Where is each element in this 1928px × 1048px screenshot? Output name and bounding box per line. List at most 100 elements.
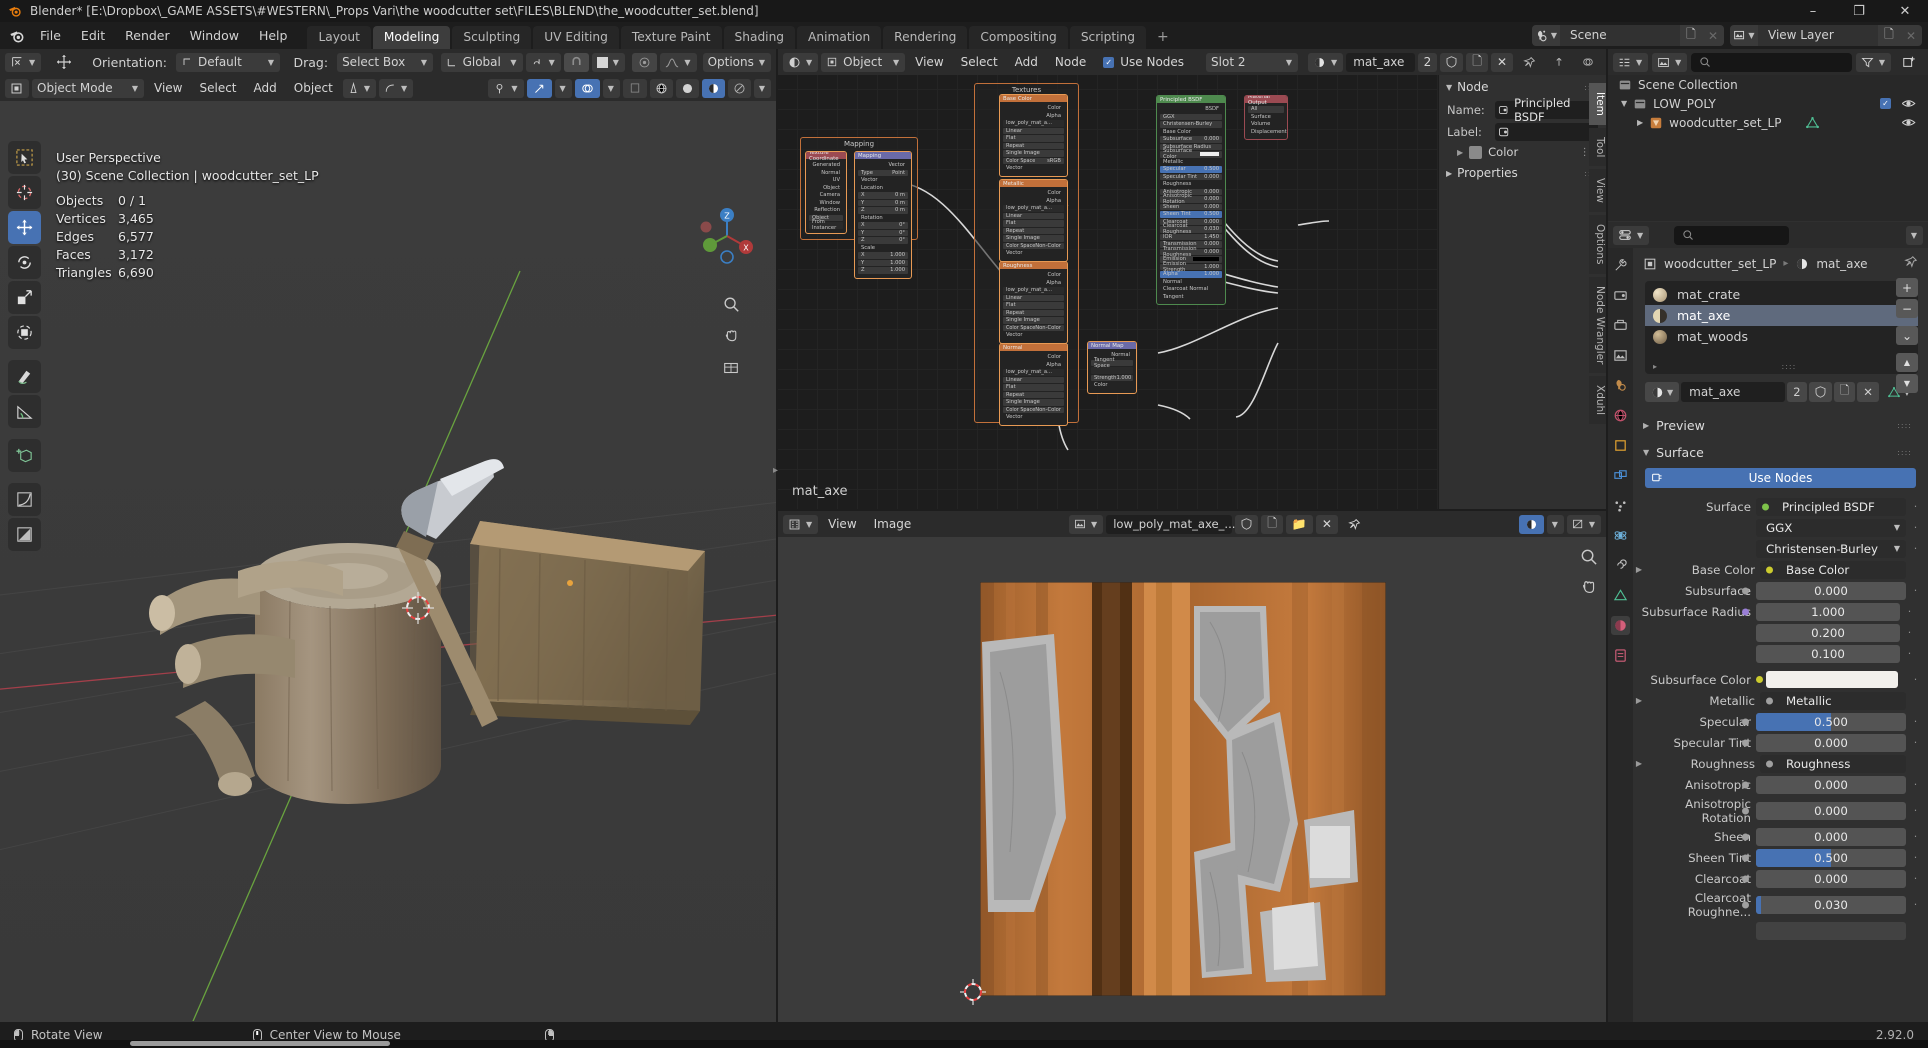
viewport-canvas[interactable]: User Perspective (30) Scene Collection |… [0,101,776,1022]
prop-slider-specular-tint[interactable]: 0.000 [1742,733,1906,752]
scale-tool-icon[interactable] [8,281,41,314]
socket-metallic-alpha[interactable]: Alpha [1003,198,1064,205]
socket-normal-alpha[interactable]: Alpha [1003,362,1064,369]
npanel-color-row[interactable]: ▶ Color ⋮≡ [1439,143,1606,161]
socket-generated[interactable]: Generated [809,162,843,169]
workspace-tab-uv-editing[interactable]: UV Editing [533,25,619,49]
socket-roughness-vector[interactable]: Vector [1003,332,1064,339]
roughness-extension[interactable]: Repeat [1003,309,1064,316]
navigation-gizmo[interactable]: Z X [696,205,758,267]
outliner-filter-icon[interactable]: ▼ [1855,52,1891,72]
node-prop-from-instancer[interactable]: From Instancer [809,219,843,231]
node-texture-coordinate[interactable]: Texture Coordinate Generated Normal UV O… [805,151,847,234]
image-zoom-icon[interactable] [1579,547,1598,569]
animate-property-icon[interactable]: · [1911,584,1920,597]
animate-property-icon[interactable]: · [1911,778,1920,791]
properties-tab-particles[interactable] [1611,496,1630,515]
animate-property-icon[interactable]: · [1911,851,1920,864]
prop-value-base-color[interactable]: Base Color [1760,560,1906,579]
socket-output-surface[interactable]: Surface [1248,114,1284,121]
normal-source[interactable]: Single Image [1003,399,1064,406]
animate-property-icon[interactable]: · [1911,898,1920,911]
properties-options-dropdown[interactable]: ▼ [1905,225,1923,245]
socket-normal-vector[interactable]: Vector [1003,414,1064,421]
socket-normal[interactable]: Normal [809,170,843,177]
shading-wireframe-icon[interactable] [649,78,673,98]
matoutput-target[interactable]: All [1248,106,1284,113]
extrude-region-tool-icon[interactable] [8,483,41,516]
viewport-menu-add[interactable]: Add [247,79,284,98]
shader-menu-add[interactable]: Add [1008,53,1045,72]
roughness-image-field[interactable]: low_poly_mat_a... [1003,287,1064,294]
mapping-rot-y[interactable]: Y 0° [858,229,908,236]
snap-target-dropdown[interactable]: ▼ [379,78,414,98]
bsdf-in-emission-strength[interactable]: Emission Strength 1.000 [1160,261,1222,273]
tool-active-icon[interactable]: ▼ [5,52,42,72]
overlay-options-dropdown[interactable]: ▼ [602,78,620,98]
socket-basecolor-alpha[interactable]: Alpha [1003,113,1064,120]
image-pin-icon[interactable] [1341,515,1368,534]
image-pan-icon[interactable] [1579,577,1598,599]
roughness-projection[interactable]: Flat [1003,302,1064,309]
material-copy-button[interactable]: 🗋 [1833,382,1856,402]
normal-colorspace[interactable]: Color Space Non-Color [1003,406,1064,413]
animate-property-icon[interactable]: · [1911,521,1920,534]
material-users-button[interactable]: 2 [1417,52,1438,72]
eye-icon[interactable] [1901,115,1916,130]
prop-value-roughness[interactable]: Roughness [1760,754,1906,773]
shading-options-dropdown[interactable]: ▼ [753,78,771,98]
minimize-button[interactable]: – [1790,0,1836,22]
bsdf-in-sheen-tint[interactable]: Sheen Tint 0.500 [1160,211,1222,218]
bsdf-in-clearcoat-rough[interactable]: Clearcoat Roughness 0.030 [1160,223,1222,235]
prop-slider-sheen-tint[interactable]: 0.500 [1742,848,1906,867]
blender-menu-icon[interactable] [4,26,30,46]
material-slot-list[interactable]: mat_crate mat_axe mat_woods ▸ :::: [1645,281,1918,374]
move-tool-icon[interactable] [8,211,41,244]
image-unlink-icon[interactable]: ✕ [1315,514,1338,534]
mapping-loc-x[interactable]: X0 m [858,192,908,199]
breadcrumb-object[interactable]: woodcutter_set_LP [1664,257,1776,271]
basecolor-source[interactable]: Single Image [1003,150,1064,157]
properties-editor[interactable]: ▼ ▼ woodcutter_set_LP ▸ mat_axe mat_crat… [1608,222,1928,1022]
options-dropdown[interactable]: Options ▼ [702,52,772,72]
shader-editor[interactable]: ▼ Object ▼ View Select Add Node ✓ Use No… [778,49,1606,509]
socket-object[interactable]: Object [809,185,843,192]
workspace-tab-scripting[interactable]: Scripting [1069,25,1147,49]
viewport-menu-select[interactable]: Select [192,79,243,98]
socket-dot-icon[interactable] [1742,718,1749,725]
rotate-tool-icon[interactable] [8,246,41,279]
image-channels-dropdown[interactable]: ▼ [1546,514,1564,534]
prop-slider-sheen[interactable]: 0.000 [1742,827,1906,846]
animate-property-icon[interactable]: · [1911,830,1920,843]
basecolor-interp[interactable]: Linear [1003,127,1064,134]
material-slot-menu-button[interactable]: ⌄ [1896,326,1918,345]
properties-tab-object-data[interactable] [1611,586,1630,605]
socket-bsdf-out[interactable]: BSDF [1160,106,1222,113]
scene-icon[interactable]: ▼ [1532,25,1560,46]
animate-property-icon[interactable]: · [1905,605,1914,618]
transform-tool-icon[interactable] [8,316,41,349]
menu-help[interactable]: Help [249,25,298,46]
node-image-texture-base-color[interactable]: Base Color Color Alpha low_poly_mat_a...… [999,94,1068,177]
delete-scene-button[interactable]: ✕ [1702,25,1724,46]
prop-slider-anisotropic[interactable]: 0.000 [1742,775,1906,794]
npanel-properties-section[interactable]: ▶ Properties :::: [1439,161,1606,185]
properties-tab-view-layer[interactable] [1611,346,1630,365]
prop-value-surface[interactable]: Principled BSDF [1756,497,1906,516]
workspace-tab-rendering[interactable]: Rendering [883,25,968,49]
pin-id-icon[interactable] [1516,53,1543,72]
fake-user-icon[interactable] [1440,52,1464,72]
npanel-tab-node-wrangler[interactable]: Node Wrangler [1589,276,1606,374]
node-image-texture-roughness[interactable]: Roughness Color Alpha low_poly_mat_a... … [999,261,1068,344]
properties-tab-scene[interactable] [1611,376,1630,395]
prop-slider-subsurface-radius-z[interactable]: 0.100 [1756,644,1900,663]
npanel-tab-view[interactable]: View [1589,169,1606,213]
remove-material-slot-button[interactable]: − [1896,299,1918,318]
viewport-menu-view[interactable]: View [147,79,189,98]
properties-tab-constraints[interactable] [1611,556,1630,575]
new-scene-button[interactable]: 🗋 [1680,25,1702,46]
socket-dot-icon[interactable] [1756,676,1763,683]
zoom-view-icon[interactable] [718,291,744,317]
toggle-camera-view-icon[interactable] [718,355,744,381]
animate-property-icon[interactable]: · [1911,500,1920,513]
